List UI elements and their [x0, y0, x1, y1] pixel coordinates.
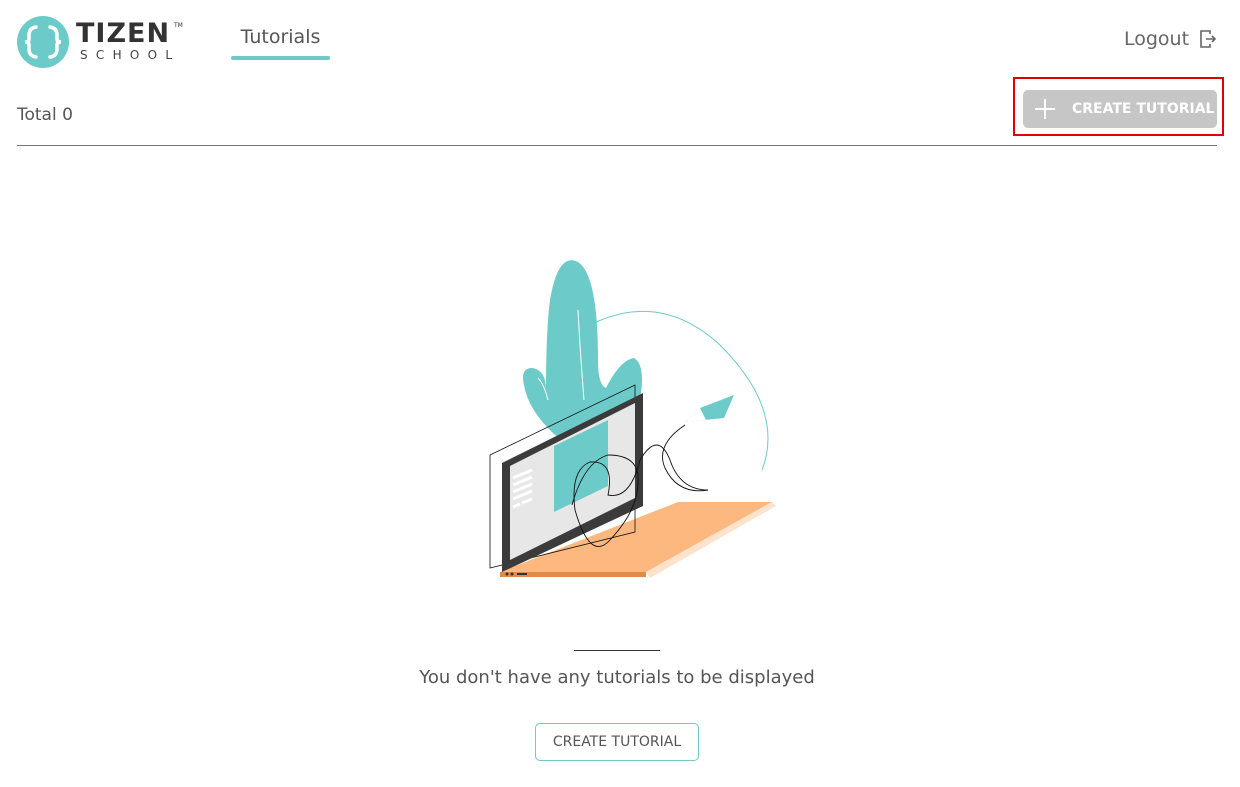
- active-tab-indicator: [231, 56, 330, 60]
- tizen-school-logo[interactable]: TIZEN TM SCHOOL: [16, 15, 186, 71]
- empty-state-illustration: [489, 260, 776, 578]
- logo-trademark: TM: [174, 22, 183, 29]
- tutorials-toolbar: Total 0 CREATE TUTORIAL: [17, 77, 1224, 146]
- logout-icon: [1200, 30, 1217, 48]
- empty-state-create-tutorial-label: CREATE TUTORIAL: [552, 734, 682, 750]
- empty-state-create-tutorial-button[interactable]: CREATE TUTORIAL: [535, 723, 699, 761]
- empty-state-divider: [574, 650, 660, 651]
- plus-icon: [1035, 99, 1055, 119]
- total-count: Total 0: [17, 105, 73, 125]
- app-header: TIZEN TM SCHOOL Tutorials Logout: [0, 0, 1240, 80]
- logout-button[interactable]: Logout: [1124, 26, 1217, 52]
- logout-label: Logout: [1124, 28, 1190, 50]
- tab-tutorials[interactable]: Tutorials: [231, 26, 330, 60]
- logo-subtitle: SCHOOL: [80, 48, 181, 62]
- logo-title: TIZEN: [76, 18, 171, 49]
- create-tutorial-button[interactable]: CREATE TUTORIAL: [1023, 90, 1217, 128]
- empty-state-message: You don't have any tutorials to be displ…: [419, 667, 815, 688]
- tab-tutorials-label: Tutorials: [240, 26, 321, 48]
- logo-icon: [17, 16, 69, 68]
- create-tutorial-button-label: CREATE TUTORIAL: [1072, 101, 1215, 117]
